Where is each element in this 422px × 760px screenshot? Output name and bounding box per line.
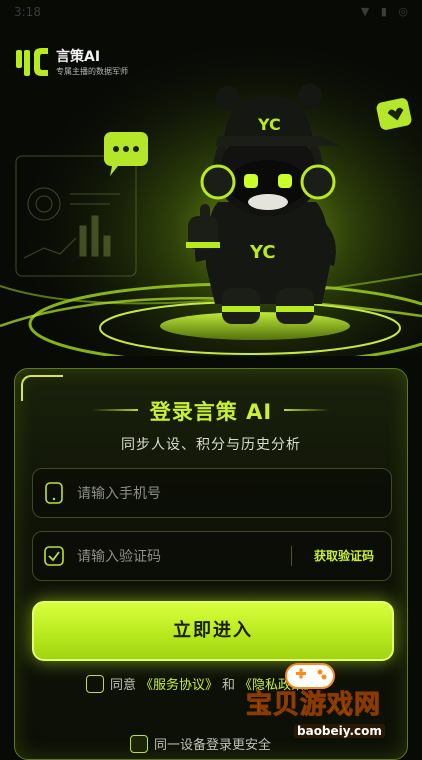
title-deco-right xyxy=(284,409,330,411)
field-divider xyxy=(291,546,292,566)
enter-button[interactable]: 立即进入 xyxy=(32,601,394,661)
status-bar: 3:18 ▼ ▮ ◎ xyxy=(0,0,422,26)
phone-field[interactable] xyxy=(32,468,392,519)
verification-code-input[interactable] xyxy=(75,532,309,582)
shield-check-icon xyxy=(44,546,64,566)
svg-text:YC: YC xyxy=(257,115,281,134)
agreement-and: 和 xyxy=(222,678,236,693)
brand-subtitle: 专属主播的数据军师 xyxy=(56,67,128,76)
agreement-prefix: 同意 xyxy=(110,678,137,693)
agreement-checkbox[interactable] xyxy=(86,674,104,693)
service-agreement-link[interactable]: 《服务协议》 xyxy=(140,678,218,693)
status-time: 3:18 xyxy=(14,5,41,19)
watermark-url: baobeiy.com xyxy=(294,724,385,738)
brand-logo-icon xyxy=(16,48,48,76)
phone-input[interactable] xyxy=(75,469,309,519)
get-code-button[interactable]: 获取验证码 xyxy=(299,532,389,580)
status-icons: ▼ ▮ ◎ xyxy=(360,5,412,18)
phone-icon xyxy=(45,482,63,504)
site-watermark: 宝贝游戏网 baobeiy.com xyxy=(245,656,416,752)
login-title: 登录言策 AI xyxy=(149,400,273,424)
brand-title: 言策AI xyxy=(56,49,101,65)
watermark-text: 宝贝游戏网 xyxy=(245,690,382,721)
login-subtitle: 同步人设、积分与历史分析 xyxy=(121,437,301,453)
svg-text:YC: YC xyxy=(249,242,276,263)
verification-code-field[interactable]: 获取验证码 xyxy=(32,531,392,582)
